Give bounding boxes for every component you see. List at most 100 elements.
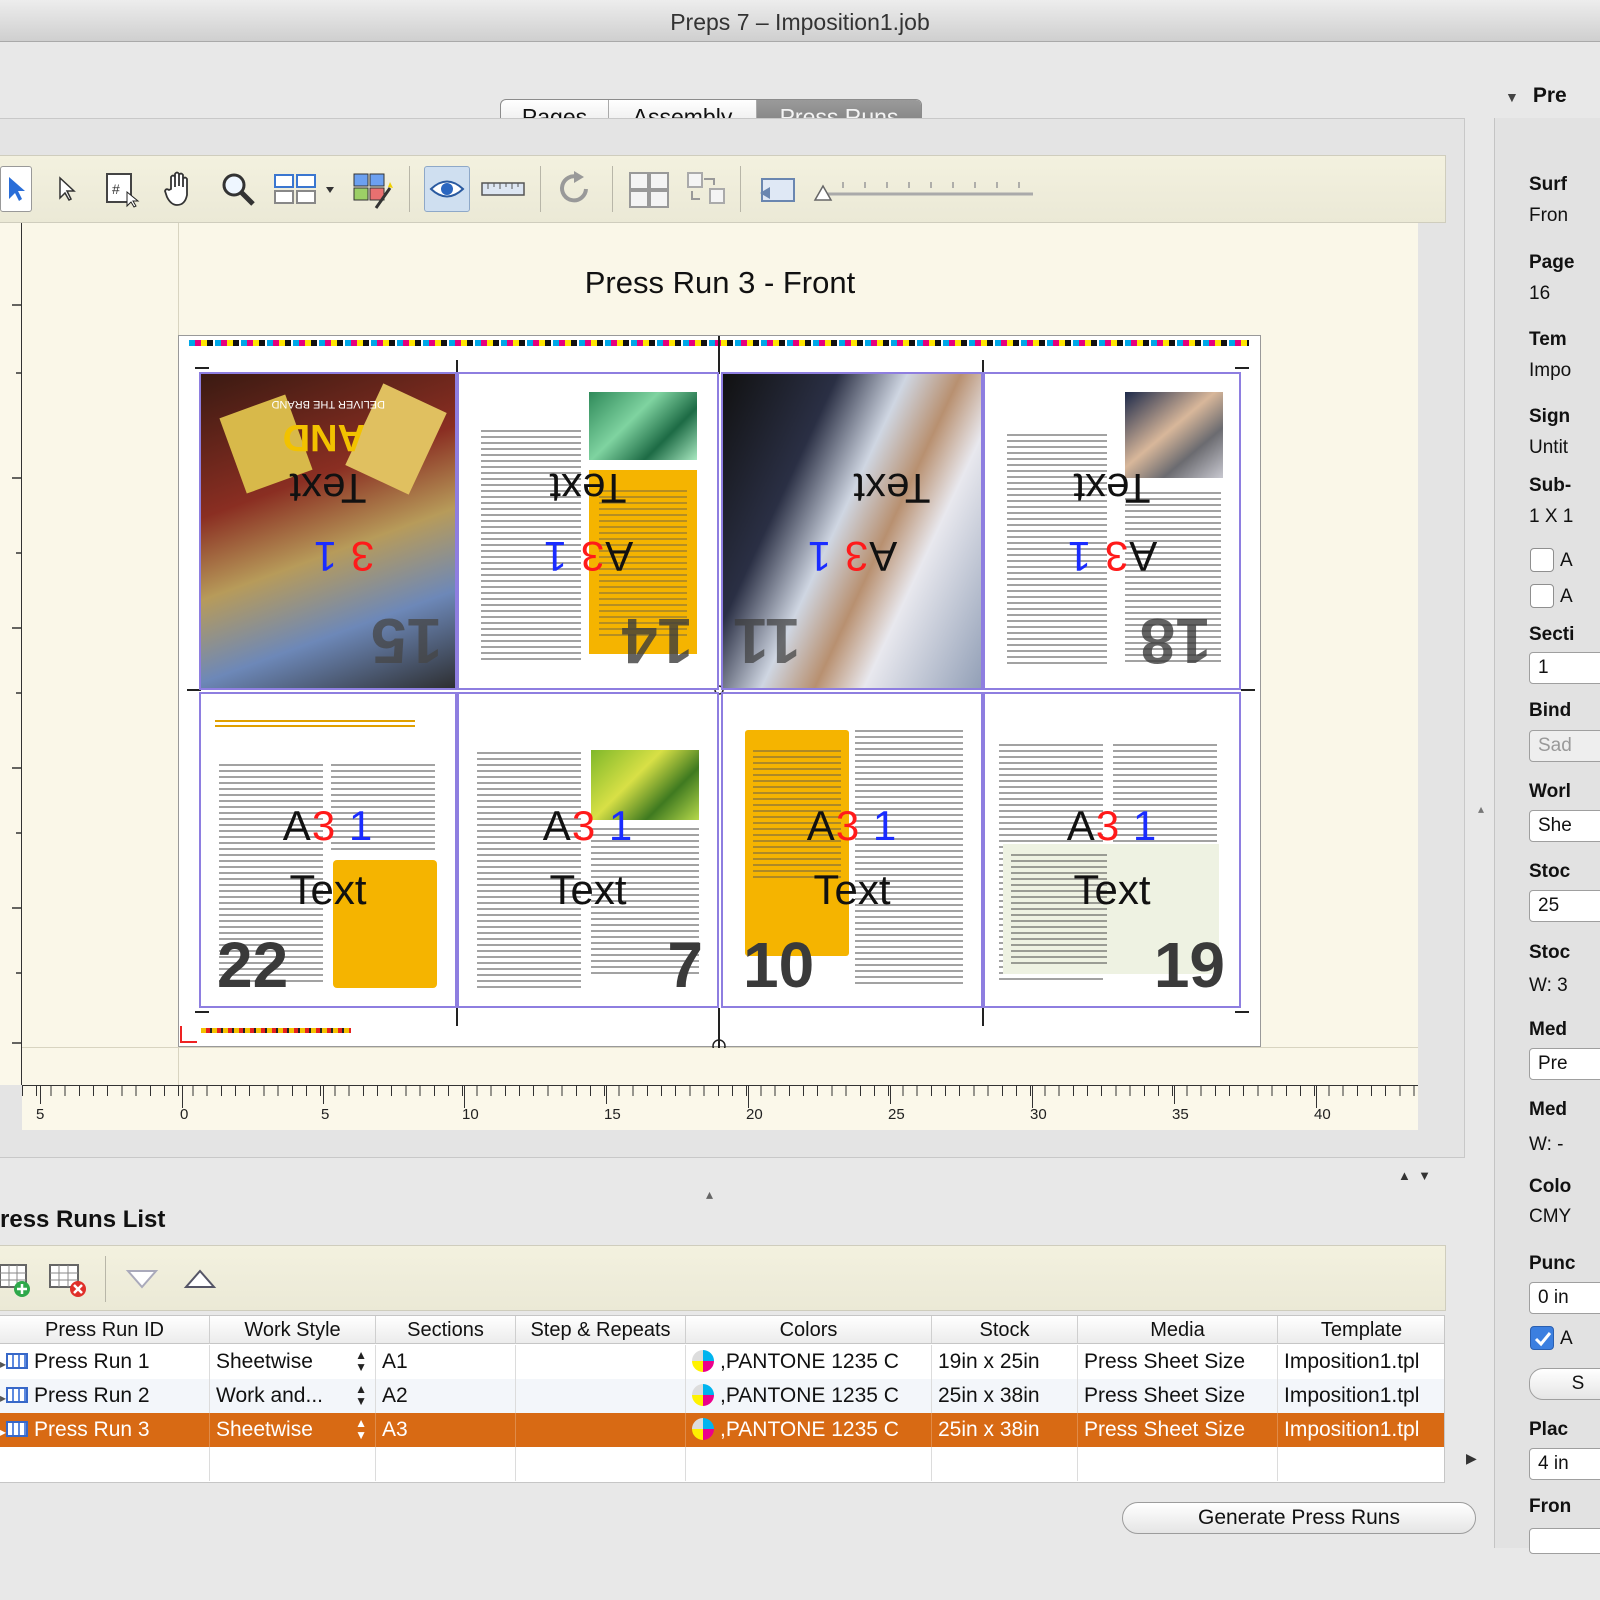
option-checkbox[interactable] xyxy=(1530,548,1554,572)
page-15[interactable]: 15 Text A3 1 AND DELIVER THE BRAND xyxy=(199,372,457,690)
work-style-field[interactable]: She xyxy=(1529,810,1600,842)
front-field[interactable] xyxy=(1529,1528,1600,1554)
svg-text:#: # xyxy=(112,181,120,197)
move-up-icon[interactable] xyxy=(180,1256,220,1302)
horizontal-ruler: 5 0 5 10 15 20 25 30 35 40 xyxy=(22,1085,1418,1130)
option-checkbox[interactable] xyxy=(1530,584,1554,608)
binding-select[interactable]: Sad xyxy=(1529,730,1600,762)
page-14[interactable]: 14 Text A3 1 xyxy=(457,372,719,690)
media-field[interactable]: Pre xyxy=(1529,1048,1600,1080)
page-overlay-text: Text xyxy=(549,465,627,512)
ruler-icon[interactable] xyxy=(478,166,528,212)
window-title: Preps 7 – Imposition1.job xyxy=(0,0,1600,42)
work-style-select[interactable]: Work and... ▲ ▼ xyxy=(210,1379,376,1413)
process-color-icon xyxy=(692,1350,714,1372)
delete-press-run-icon[interactable] xyxy=(46,1256,92,1302)
template-label: Tem xyxy=(1529,329,1567,350)
column-header[interactable]: Press Run ID xyxy=(0,1316,210,1344)
pane-up-down-icon[interactable]: ▲ ▼ xyxy=(1398,1168,1431,1183)
zoom-icon[interactable] xyxy=(216,166,260,212)
hand-tool-icon[interactable] xyxy=(158,166,202,212)
slug-line xyxy=(201,1028,351,1033)
page-overlay-text: Text xyxy=(289,866,367,913)
media-size-value: W: - xyxy=(1529,1134,1564,1155)
zoom-slider[interactable] xyxy=(808,166,1038,212)
press-runs-table: Press Run ID Work Style Sections Step & … xyxy=(0,1315,1445,1483)
add-press-run-icon[interactable] xyxy=(0,1256,36,1302)
media-label: Med xyxy=(1529,1019,1567,1040)
front-label: Fron xyxy=(1529,1496,1572,1517)
column-header[interactable]: Template xyxy=(1278,1316,1444,1344)
splitter-handle-icon[interactable]: ▴ xyxy=(706,1186,713,1203)
process-color-icon xyxy=(692,1418,714,1440)
swap-pages-icon[interactable] xyxy=(682,166,732,212)
layout-mode-dropdown-icon[interactable] xyxy=(270,166,340,212)
column-header[interactable]: Media xyxy=(1078,1316,1278,1344)
rotate-icon[interactable] xyxy=(552,166,598,212)
page-section-label: A3 1 xyxy=(1066,802,1158,849)
column-header[interactable]: Work Style xyxy=(210,1316,376,1344)
binding-label: Bind xyxy=(1529,700,1572,721)
stock-cell: 19in x 25in xyxy=(932,1345,1078,1379)
placement-field[interactable]: 4 in xyxy=(1529,1448,1600,1480)
select-tool-icon[interactable] xyxy=(0,166,32,212)
colors-cell: ,PANTONE 1235 C xyxy=(686,1379,932,1413)
sections-cell: A3 xyxy=(376,1413,516,1447)
sub-signature-label: Sub- xyxy=(1529,475,1572,496)
page-section-label: A3 1 xyxy=(806,802,898,849)
press-run-icon xyxy=(6,1421,29,1437)
table-row-empty xyxy=(0,1447,1444,1481)
page-7[interactable]: A3 1 Text 7 xyxy=(457,692,719,1008)
column-header[interactable]: Colors xyxy=(686,1316,932,1344)
pointer-icon[interactable] xyxy=(50,166,84,212)
zoom-fit-icon[interactable] xyxy=(752,166,802,212)
sections-cell: A2 xyxy=(376,1379,516,1413)
checked-checkbox[interactable] xyxy=(1530,1326,1554,1350)
page-11[interactable]: 11 Text A3 1 xyxy=(721,372,983,690)
page-number: 10 xyxy=(743,929,815,1001)
step-repeats-cell xyxy=(516,1379,686,1413)
imposition-canvas[interactable]: Press Run 3 - Front 15 Text A3 1 AND DEL… xyxy=(22,223,1418,1085)
collapse-arrow-icon[interactable]: ▶ xyxy=(1466,1450,1477,1467)
auto-arrange-icon[interactable] xyxy=(348,166,398,212)
step-repeats-cell xyxy=(516,1345,686,1379)
page-layout-icon[interactable] xyxy=(624,166,674,212)
process-color-icon xyxy=(692,1384,714,1406)
section-field[interactable]: 1 xyxy=(1529,652,1600,684)
page-19[interactable]: A3 1 Text 19 xyxy=(983,692,1241,1008)
colors-cell: ,PANTONE 1235 C xyxy=(686,1345,932,1379)
stepper-icon: ▲ ▼ xyxy=(355,1382,367,1408)
table-row[interactable]: ▸ Press Run 2 Work and... ▲ ▼ A2 ,PANTONE 1… xyxy=(0,1379,1444,1413)
page-10[interactable]: A3 1 Text 10 xyxy=(721,692,983,1008)
table-row-selected[interactable]: ▸ Press Run 3 Sheetwise ▲ ▼ A3 ,PANTONE 123… xyxy=(0,1413,1444,1447)
preview-eye-icon[interactable] xyxy=(424,166,470,212)
page-22[interactable]: A3 1 Text 22 xyxy=(199,692,457,1008)
panel-button[interactable]: S xyxy=(1529,1368,1600,1400)
sections-cell: A1 xyxy=(376,1345,516,1379)
signature-label: Sign xyxy=(1529,406,1571,427)
stock-size-label: Stoc xyxy=(1529,942,1571,963)
page-number: 11 xyxy=(733,605,801,677)
move-down-icon[interactable] xyxy=(122,1256,162,1302)
placement-label: Plac xyxy=(1529,1419,1569,1440)
press-sheet[interactable]: 15 Text A3 1 AND DELIVER THE BRAND 14 Te… xyxy=(178,335,1261,1048)
media-cell: Press Sheet Size xyxy=(1078,1345,1278,1379)
toolbar-separator xyxy=(612,166,613,212)
page-section-label: A3 1 xyxy=(312,533,375,580)
punch-field[interactable]: 0 in xyxy=(1529,1282,1600,1314)
page-18[interactable]: 18 Text A3 1 xyxy=(983,372,1241,690)
sub-signature-value: 1 X 1 xyxy=(1529,506,1574,527)
table-row[interactable]: ▸ Press Run 1 Sheetwise ▲ ▼ A1 ,PANTONE 123… xyxy=(0,1345,1444,1379)
column-header[interactable]: Step & Repeats xyxy=(516,1316,686,1344)
stock-field[interactable]: 25 xyxy=(1529,890,1600,922)
work-style-select[interactable]: Sheetwise ▲ ▼ xyxy=(210,1345,376,1379)
work-style-select[interactable]: Sheetwise ▲ ▼ xyxy=(210,1413,376,1447)
page-number: 19 xyxy=(1153,929,1225,1001)
page-number-tool-icon[interactable]: # xyxy=(100,166,144,212)
generate-press-runs-button[interactable]: Generate Press Runs xyxy=(1122,1502,1476,1534)
properties-header[interactable]: ▼ Pre xyxy=(1505,84,1567,108)
column-header[interactable]: Stock xyxy=(932,1316,1078,1344)
column-header[interactable]: Sections xyxy=(376,1316,516,1344)
splitter-handle-icon[interactable]: ▴ xyxy=(1478,802,1484,816)
signature-value: Untit xyxy=(1529,437,1569,458)
